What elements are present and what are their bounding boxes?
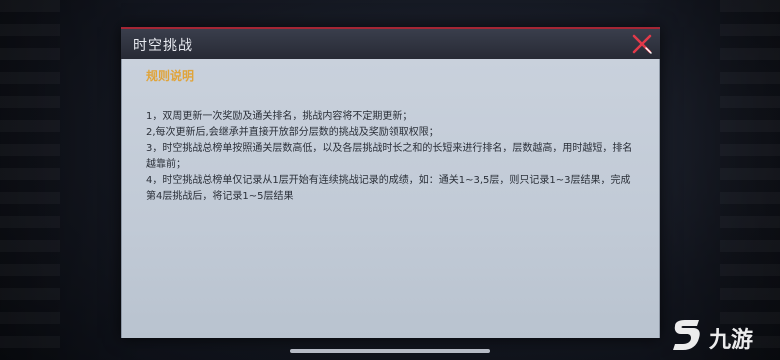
rule-item: 3，时空挑战总榜单按照通关层数高低，以及各层挑战时长之和的长短来进行排名，层数越…	[146, 143, 633, 170]
watermark: 九游	[669, 318, 775, 353]
dialog-header: 时空挑战	[121, 27, 660, 59]
background-left-panel	[0, 0, 60, 360]
jiuyou-logo-icon	[673, 320, 700, 350]
close-icon	[632, 34, 652, 54]
watermark-text: 九游	[709, 328, 754, 353]
time-challenge-dialog: 时空挑战 规则说明 1，双周更新一次奖励及通关排名，挑战内容将不定期更新； 2,…	[121, 27, 660, 338]
rules-list: 1，双周更新一次奖励及通关排名，挑战内容将不定期更新； 2,每次更新后,会继承并…	[146, 109, 636, 205]
dialog-title: 时空挑战	[133, 38, 193, 54]
dialog-body: 规则说明 1，双周更新一次奖励及通关排名，挑战内容将不定期更新； 2,每次更新后…	[121, 59, 660, 338]
rule-item: 2,每次更新后,会继承并直接开放部分层数的挑战及奖励领取权限；	[146, 127, 439, 138]
home-indicator	[290, 349, 490, 353]
close-button[interactable]	[630, 32, 654, 56]
background-right-panel	[720, 0, 780, 360]
rules-section-title: 规则说明	[146, 69, 195, 83]
rule-item: 1，双周更新一次奖励及通关排名，挑战内容将不定期更新；	[146, 111, 413, 122]
rule-item: 4，时空挑战总榜单仅记录从1层开始有连续挑战记录的成绩，如：通关1~3,5层，则…	[146, 175, 631, 202]
